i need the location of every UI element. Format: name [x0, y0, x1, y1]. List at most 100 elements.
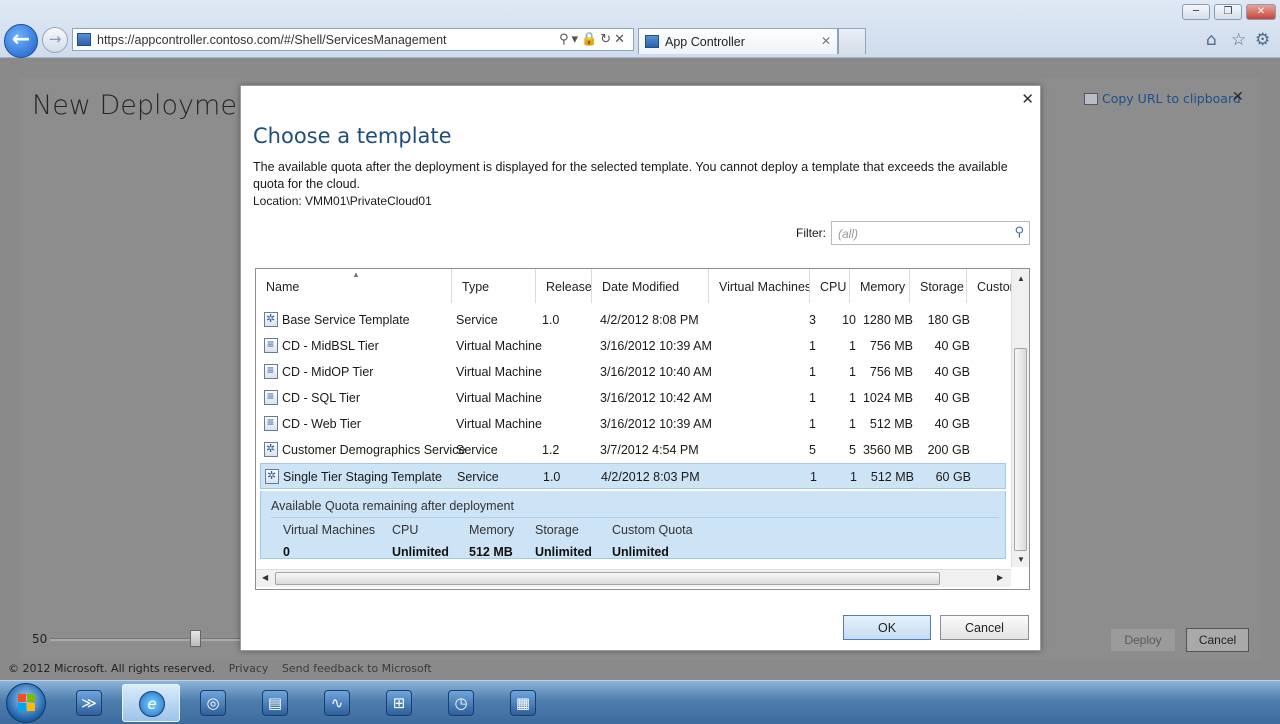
- cell-memory: 1024 MB: [862, 391, 913, 405]
- filter-label: Filter:: [796, 226, 826, 240]
- start-button[interactable]: [6, 683, 46, 723]
- lock-icon[interactable]: 🔒: [581, 32, 600, 47]
- cell-memory: 756 MB: [869, 365, 913, 379]
- cell-name: CD - Web Tier: [282, 417, 361, 431]
- stop-icon[interactable]: ✕: [614, 32, 628, 47]
- table-row[interactable]: CD - Web Tier Virtual Machine 3/16/2012 10…: [260, 411, 1006, 437]
- vm-template-icon: [264, 415, 278, 431]
- copy-url-link[interactable]: Copy URL to clipboard: [1084, 91, 1241, 106]
- cell-name: CD - MidBSL Tier: [282, 339, 379, 353]
- tab-close-icon[interactable]: ✕: [821, 34, 831, 48]
- forward-button[interactable]: →: [42, 27, 68, 53]
- cell-name: Base Service Template: [282, 313, 410, 327]
- table-row[interactable]: CD - SQL Tier Virtual Machine 3/16/2012 10…: [260, 385, 1006, 411]
- cell-type: Service: [456, 313, 498, 327]
- deploy-button[interactable]: Deploy: [1110, 628, 1176, 652]
- tab-app-controller[interactable]: App Controller ✕: [638, 28, 838, 54]
- vertical-scrollbar[interactable]: ▲ ▼: [1011, 269, 1029, 567]
- template-grid: Name ▲ Type Release Date Modified Virtua…: [255, 268, 1030, 590]
- taskbar-app[interactable]: e: [122, 684, 180, 722]
- task-scheduler-icon: ◷: [448, 690, 474, 716]
- horizontal-scroll-thumb[interactable]: [275, 572, 940, 585]
- cell-virtual-machines: 1: [809, 417, 816, 431]
- column-header-release[interactable]: Release: [536, 269, 592, 303]
- cell-date-modified: 3/16/2012 10:42 AM: [600, 391, 712, 405]
- feedback-link[interactable]: Send feedback to Microsoft: [282, 662, 432, 675]
- slider-track[interactable]: [50, 638, 240, 641]
- cell-virtual-machines: 1: [809, 339, 816, 353]
- column-header-custom[interactable]: Custom: [967, 269, 1012, 303]
- ok-button[interactable]: OK: [843, 615, 931, 640]
- table-row[interactable]: Single Tier Staging Template Service 1.0 4/…: [260, 463, 1006, 489]
- restore-button[interactable]: ❐: [1214, 4, 1242, 20]
- dropdown-icon[interactable]: ▾: [571, 32, 581, 47]
- quota-value-vms: 0: [283, 545, 290, 559]
- column-header-cpu[interactable]: CPU: [810, 269, 850, 303]
- new-tab-button[interactable]: [838, 28, 866, 54]
- favorites-star-icon[interactable]: ☆: [1231, 30, 1246, 50]
- tools-gear-icon[interactable]: ⚙: [1255, 30, 1270, 50]
- scroll-down-icon[interactable]: ▼: [1017, 555, 1025, 564]
- vm-template-icon: [264, 389, 278, 405]
- search-icon[interactable]: ⚲: [559, 32, 572, 47]
- taskbar-app[interactable]: ◎: [184, 684, 242, 722]
- panel-close-icon[interactable]: ✕: [1232, 89, 1244, 105]
- table-row[interactable]: CD - MidBSL Tier Virtual Machine 3/16/2012…: [260, 333, 1006, 359]
- column-header-virtual-machines[interactable]: Virtual Machines: [709, 269, 810, 303]
- taskbar-app[interactable]: ≫: [60, 684, 118, 722]
- close-window-button[interactable]: ✕: [1246, 4, 1276, 20]
- refresh-icon[interactable]: ↻: [600, 32, 614, 47]
- address-url[interactable]: https://appcontroller.contoso.com/#/Shel…: [97, 33, 447, 47]
- scroll-up-icon[interactable]: ▲: [1017, 274, 1025, 283]
- tab-title: App Controller: [665, 35, 745, 49]
- back-button[interactable]: ←: [4, 24, 38, 58]
- search-icon[interactable]: ⚲: [1014, 225, 1024, 240]
- cell-name: CD - SQL Tier: [282, 391, 361, 405]
- filter-placeholder: (all): [838, 227, 858, 241]
- quota-value-memory: 512 MB: [469, 545, 513, 559]
- home-icon[interactable]: ⌂: [1206, 30, 1217, 50]
- vertical-scroll-thumb[interactable]: [1014, 348, 1027, 551]
- table-row[interactable]: Customer Demographics ServiceService 1.2 3…: [260, 437, 1006, 463]
- choose-template-dialog: ✕ Choose a template The available quota …: [240, 85, 1041, 651]
- column-header-type[interactable]: Type: [452, 269, 536, 303]
- minimize-button[interactable]: ─: [1182, 4, 1210, 20]
- table-row[interactable]: CD - MidOP Tier Virtual Machine 3/16/2012 …: [260, 359, 1006, 385]
- quota-header-cpu: CPU: [392, 523, 419, 537]
- taskbar-app[interactable]: ▦: [494, 684, 552, 722]
- slider-thumb[interactable]: [190, 630, 201, 647]
- back-arrow-icon: ←: [11, 27, 31, 52]
- page-title: New Deployment: [32, 90, 265, 121]
- scroll-right-icon[interactable]: ▶: [997, 573, 1003, 582]
- address-bar[interactable]: https://appcontroller.contoso.com/#/Shel…: [72, 28, 634, 51]
- quota-value-custom: Unlimited: [612, 545, 669, 559]
- cancel-button[interactable]: Cancel: [940, 615, 1029, 640]
- privacy-link[interactable]: Privacy: [229, 662, 269, 675]
- cell-name: Customer Demographics Service: [282, 443, 466, 457]
- table-row[interactable]: Base Service Template Service 1.0 4/2/2012 …: [260, 307, 1006, 333]
- horizontal-scrollbar[interactable]: ◀ ▶: [256, 569, 1011, 587]
- taskbar-app[interactable]: ∿: [308, 684, 366, 722]
- taskbar-app[interactable]: ◷: [432, 684, 490, 722]
- service-template-icon: [264, 442, 278, 457]
- cell-storage: 40 GB: [934, 339, 970, 353]
- cell-date-modified: 3/7/2012 4:54 PM: [600, 443, 699, 457]
- column-header-memory[interactable]: Memory: [850, 269, 910, 303]
- taskbar-app[interactable]: ▤: [246, 684, 304, 722]
- dialog-location: Location: VMM01\PrivateCloud01: [253, 194, 432, 208]
- column-header-storage[interactable]: Storage: [910, 269, 967, 303]
- scroll-left-icon[interactable]: ◀: [262, 573, 268, 582]
- cell-memory: 756 MB: [869, 339, 913, 353]
- vm-template-icon: [264, 363, 278, 379]
- taskbar: ≫ e ◎ ▤ ∿ ⊞ ◷ ▦: [0, 680, 1280, 724]
- column-header-date-modified[interactable]: Date Modified: [592, 269, 709, 303]
- dialog-close-icon[interactable]: ✕: [1021, 90, 1034, 108]
- quota-value-cpu: Unlimited: [392, 545, 449, 559]
- cell-cpu: 5: [849, 443, 856, 457]
- background-cancel-button[interactable]: Cancel: [1186, 628, 1249, 652]
- network-icon: ⊞: [386, 690, 412, 716]
- slider-value: 50: [32, 632, 48, 646]
- taskbar-app[interactable]: ⊞: [370, 684, 428, 722]
- filter-input[interactable]: (all) ⚲: [831, 221, 1030, 245]
- service-template-icon: [264, 312, 278, 327]
